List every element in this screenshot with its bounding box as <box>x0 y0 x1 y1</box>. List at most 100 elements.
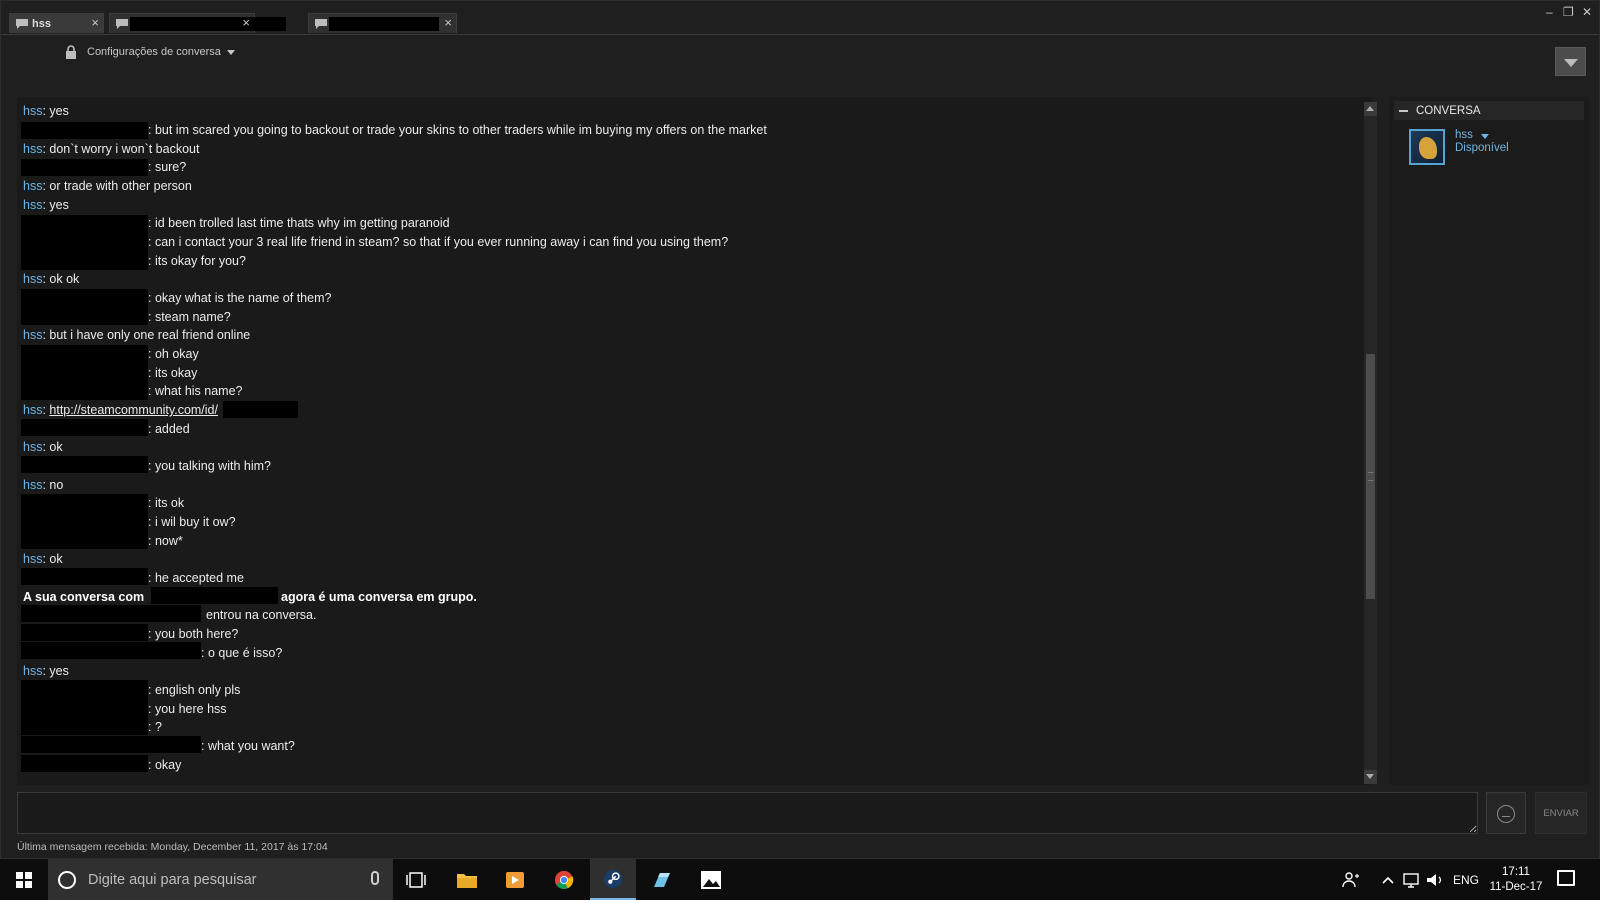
chat-message: : he accepted me <box>148 571 244 585</box>
task-view-button[interactable] <box>393 859 439 900</box>
chat-settings-menu[interactable]: Configurações de conversa <box>65 45 235 59</box>
folder-icon <box>457 873 477 888</box>
send-button[interactable]: ENVIAR <box>1535 792 1587 834</box>
steam-button[interactable] <box>590 859 636 900</box>
media-player-button[interactable] <box>492 859 538 900</box>
chevron-down-icon <box>1564 59 1578 67</box>
redacted-name <box>21 624 148 641</box>
chevron-up-icon <box>1382 876 1394 884</box>
start-button[interactable] <box>0 859 48 900</box>
redacted-name <box>21 122 148 139</box>
redacted-name <box>130 17 286 31</box>
chat-message: : okay <box>148 758 182 772</box>
chat-message: : english only pls <box>148 683 241 697</box>
chrome-icon <box>554 870 574 889</box>
volume-button[interactable] <box>1424 859 1446 900</box>
chat-message: : you here hss <box>148 702 227 716</box>
tab-redacted-1[interactable]: × <box>109 13 286 33</box>
chat-message: : its okay <box>148 366 198 380</box>
chat-message: : you talking with him? <box>148 459 271 473</box>
redacted-name <box>21 755 148 772</box>
taskbar-search[interactable]: Digite aqui para pesquisar <box>48 859 393 900</box>
tab-close-button[interactable]: × <box>242 16 250 30</box>
chevron-down-icon <box>226 49 235 55</box>
system-message: entrou na conversa. <box>206 608 317 622</box>
minimize-button[interactable]: – <box>1546 5 1553 19</box>
chat-message: : added <box>148 422 190 436</box>
paint-icon <box>654 872 670 887</box>
scroll-thumb[interactable] <box>1366 354 1375 599</box>
chat-message: : i wil buy it ow? <box>148 515 236 529</box>
collapse-icon <box>1399 109 1408 112</box>
taskbar-clock[interactable]: 17:11 11-Dec-17 <box>1476 865 1556 895</box>
tab-close-button[interactable]: × <box>91 16 99 30</box>
network-button[interactable] <box>1401 859 1423 900</box>
chat-bubble-icon <box>16 18 28 29</box>
tab-label: hss <box>32 17 51 30</box>
paint-app-button[interactable] <box>639 859 685 900</box>
close-window-button[interactable]: ✕ <box>1582 5 1592 19</box>
message-input[interactable] <box>17 792 1478 834</box>
chat-log: hss: yes : but im scared you going to ba… <box>17 97 1372 785</box>
people-button[interactable] <box>1340 859 1362 900</box>
chat-message: hss: don`t worry i won`t backout <box>23 142 200 156</box>
tab-close-button[interactable]: × <box>444 16 452 30</box>
tab-redacted-2[interactable]: × <box>308 13 457 33</box>
window-dropdown-button[interactable] <box>1555 47 1586 76</box>
chat-message: : now* <box>148 534 183 548</box>
chevron-down-icon[interactable] <box>1481 134 1489 139</box>
redacted-name <box>21 736 201 753</box>
arrow-down-icon <box>1366 774 1374 779</box>
file-explorer-button[interactable] <box>444 859 490 900</box>
speaker-icon <box>1427 873 1442 886</box>
chat-bubble-icon <box>315 18 327 29</box>
search-placeholder: Digite aqui para pesquisar <box>88 871 257 888</box>
redacted-url <box>223 401 298 418</box>
scroll-up-button[interactable] <box>1364 102 1377 116</box>
redacted-name <box>21 419 148 436</box>
last-message-status: Última mensagem recebida: Monday, Decemb… <box>17 841 328 853</box>
redacted-name <box>21 289 148 325</box>
media-player-icon <box>506 871 524 888</box>
chat-message: hss: no <box>23 478 64 492</box>
chat-message: hss: but i have only one real friend onl… <box>23 328 251 342</box>
chat-message: hss: yes <box>23 104 69 118</box>
redacted-name <box>21 680 148 735</box>
chrome-button[interactable] <box>541 859 587 900</box>
emoticon-button[interactable] <box>1486 792 1526 834</box>
avatar-figure-icon <box>1419 137 1437 159</box>
microphone-icon[interactable] <box>371 871 379 885</box>
member-status: Disponível <box>1455 142 1509 154</box>
photos-button[interactable] <box>688 859 734 900</box>
arrow-up-icon <box>1366 106 1374 111</box>
task-view-icon <box>406 871 426 888</box>
scroll-down-button[interactable] <box>1364 770 1377 784</box>
show-hidden-icons-button[interactable] <box>1377 859 1399 900</box>
smiley-icon <box>1497 805 1515 823</box>
members-panel: CONVERSA hss Disponível <box>1389 97 1589 785</box>
restore-button[interactable]: ❐ <box>1563 5 1574 19</box>
redacted-name <box>329 17 439 31</box>
action-center-icon[interactable] <box>1557 870 1575 886</box>
chat-message: hss: yes <box>23 198 69 212</box>
chat-message: : can i contact your 3 real life friend … <box>148 235 729 249</box>
tab-bar: hss × × × – ❐ ✕ <box>1 1 1599 35</box>
members-header[interactable]: CONVERSA <box>1394 101 1584 120</box>
chat-message: : what his name? <box>148 384 243 398</box>
tab-hss[interactable]: hss × <box>9 13 104 33</box>
taskbar: Digite aqui para pesquisar ENG 17:11 11-… <box>0 859 1600 900</box>
chat-message: : okay what is the name of them? <box>148 291 332 305</box>
redacted-name <box>21 568 148 585</box>
chat-message: : its okay for you? <box>148 254 246 268</box>
clock-time: 17:11 <box>1502 866 1530 878</box>
avatar[interactable] <box>1409 129 1445 165</box>
chat-bubble-icon <box>116 18 128 29</box>
chat-message: : what you want? <box>201 739 295 753</box>
redacted-name <box>21 456 148 473</box>
redacted-name <box>21 159 148 176</box>
chat-message: : sure? <box>148 160 187 174</box>
member-name[interactable]: hss <box>1455 129 1473 141</box>
profile-link[interactable]: http://steamcommunity.com/id/ <box>49 403 218 417</box>
steam-chat-window: hss × × × – ❐ ✕ Configurações de convers… <box>0 0 1600 859</box>
chat-scrollbar[interactable] <box>1364 102 1377 784</box>
